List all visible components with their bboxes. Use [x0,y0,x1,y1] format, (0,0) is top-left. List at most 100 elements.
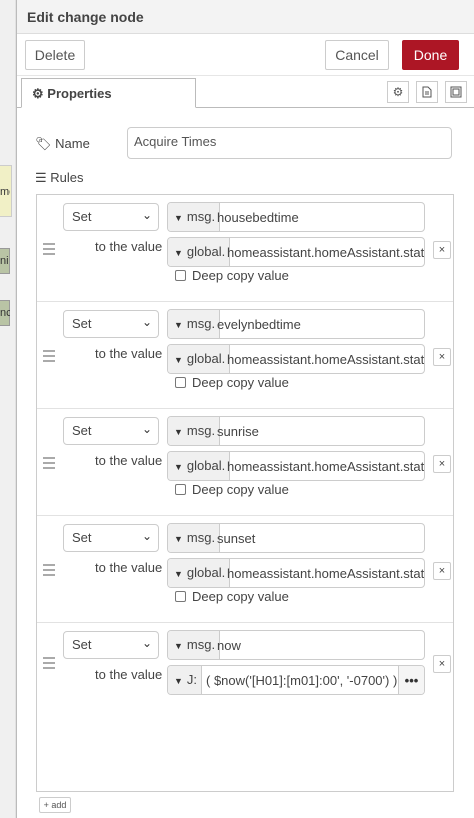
rule-target-input[interactable]: ▼ msg. sunset [167,523,425,553]
delete-button[interactable]: Delete [25,40,85,70]
tab-properties-label: Properties [47,86,112,101]
deep-copy-label: Deep copy value [192,268,289,283]
type-selector[interactable]: ▼ msg. [168,417,221,445]
value-text: homeassistant.homeAssistant.states [227,566,425,581]
workspace-node[interactable]: me [0,165,12,217]
deep-copy-label: Deep copy value [192,375,289,390]
chevron-down-icon: ⌄ [141,636,152,650]
rule-target-input[interactable]: ▼ msg. evelynbedtime [167,309,425,339]
workspace-node[interactable]: ni [0,248,10,274]
deep-copy-label: Deep copy value [192,589,289,604]
expression-editor-button[interactable]: ••• [398,666,424,694]
rules-list: Set ⌄ ▼ msg. housebedtime to the value ▼ g… [36,194,454,792]
chevron-down-icon: ⌄ [141,208,152,222]
chevron-down-icon: ⌄ [141,315,152,329]
chevron-down-icon: ⌄ [141,529,152,543]
tray-title: Edit change node [17,0,474,34]
drag-handle-icon[interactable] [43,657,55,672]
caret-down-icon: ▼ [174,320,183,330]
type-selector[interactable]: ▼ J: [168,666,203,694]
rule-action-value: Set [72,423,92,438]
caret-down-icon: ▼ [174,213,183,223]
type-label: global. [186,351,226,366]
deep-copy-checkbox[interactable] [175,591,186,602]
deep-copy-checkbox[interactable] [175,484,186,495]
deep-copy-option[interactable]: Deep copy value [175,589,289,604]
deep-copy-option[interactable]: Deep copy value [175,375,289,390]
rules-label-text: Rules [50,170,84,185]
rule-row: Set ⌄ ▼ msg. sunrise to the value ▼ global… [37,409,453,516]
to-the-value-label: to the value [95,346,163,361]
description-icon[interactable] [416,81,438,103]
drag-handle-icon[interactable] [43,457,55,472]
caret-down-icon: ▼ [174,641,183,651]
type-label: global. [186,458,226,473]
remove-rule-button[interactable]: × [433,562,451,580]
workspace-node-label: nc [0,307,10,319]
rule-target-input[interactable]: ▼ msg. housebedtime [167,202,425,232]
type-selector[interactable]: ▼ global. [168,559,231,587]
remove-rule-button[interactable]: × [433,455,451,473]
target-value: sunrise [217,424,259,439]
type-selector[interactable]: ▼ global. [168,238,231,266]
rule-action-select[interactable]: Set ⌄ [63,631,159,659]
rule-target-input[interactable]: ▼ msg. now [167,630,425,660]
appearance-icon[interactable] [445,81,467,103]
workspace-node[interactable]: nc [0,300,10,326]
workspace-strip [0,0,16,818]
target-value: now [217,638,241,653]
name-input[interactable]: Acquire Times [127,127,452,159]
type-label: global. [186,565,226,580]
type-selector[interactable]: ▼ msg. [168,203,221,231]
done-button[interactable]: Done [402,40,459,70]
rule-target-input[interactable]: ▼ msg. sunrise [167,416,425,446]
type-selector[interactable]: ▼ global. [168,345,231,373]
type-selector[interactable]: ▼ msg. [168,631,221,659]
tab-properties[interactable]: ⚙ Properties [21,78,196,108]
rule-action-select[interactable]: Set ⌄ [63,203,159,231]
deep-copy-option[interactable]: Deep copy value [175,482,289,497]
remove-rule-button[interactable]: × [433,655,451,673]
rule-value-input[interactable]: ▼ J: ( $now('[H01]:[m01]:00', '-0700') ) … [167,665,425,695]
rule-action-select[interactable]: Set ⌄ [63,524,159,552]
value-text: homeassistant.homeAssistant.states [227,245,425,260]
type-label: msg. [186,530,216,545]
caret-down-icon: ▼ [174,676,183,686]
type-selector[interactable]: ▼ msg. [168,310,221,338]
rule-value-input[interactable]: ▼ global. homeassistant.homeAssistant.sta… [167,344,425,374]
drag-handle-icon[interactable] [43,564,55,579]
tray-toolbar: Delete Cancel Done [17,34,474,76]
caret-down-icon: ▼ [174,534,183,544]
target-value: evelynbedtime [217,317,301,332]
caret-down-icon: ▼ [174,355,183,365]
tabs-row: ⚙ Properties ⚙ [17,78,474,108]
name-label-text: Name [55,136,90,151]
drag-handle-icon[interactable] [43,350,55,365]
rule-row: Set ⌄ ▼ msg. evelynbedtime to the value ▼… [37,302,453,409]
rule-value-input[interactable]: ▼ global. homeassistant.homeAssistant.sta… [167,237,425,267]
tab-gap [22,107,195,108]
rule-row: Set ⌄ ▼ msg. now to the value ▼ J: ( $now(… [37,623,453,703]
chevron-down-icon: ⌄ [141,422,152,436]
remove-rule-button[interactable]: × [433,241,451,259]
type-label: msg. [186,637,216,652]
deep-copy-option[interactable]: Deep copy value [175,268,289,283]
rule-action-value: Set [72,530,92,545]
target-value: sunset [217,531,256,546]
type-selector[interactable]: ▼ msg. [168,524,221,552]
gear-icon[interactable]: ⚙ [387,81,409,103]
rule-value-input[interactable]: ▼ global. homeassistant.homeAssistant.sta… [167,558,425,588]
deep-copy-checkbox[interactable] [175,377,186,388]
remove-rule-button[interactable]: × [433,348,451,366]
drag-handle-icon[interactable] [43,243,55,258]
add-rule-button[interactable]: + add [39,797,71,813]
caret-down-icon: ▼ [174,462,183,472]
rule-row: Set ⌄ ▼ msg. sunset to the value ▼ global.… [37,516,453,623]
rule-action-select[interactable]: Set ⌄ [63,310,159,338]
type-selector[interactable]: ▼ global. [168,452,231,480]
deep-copy-checkbox[interactable] [175,270,186,281]
rule-action-select[interactable]: Set ⌄ [63,417,159,445]
rule-value-input[interactable]: ▼ global. homeassistant.homeAssistant.sta… [167,451,425,481]
list-icon: ☰ [35,170,47,185]
cancel-button[interactable]: Cancel [325,40,389,70]
